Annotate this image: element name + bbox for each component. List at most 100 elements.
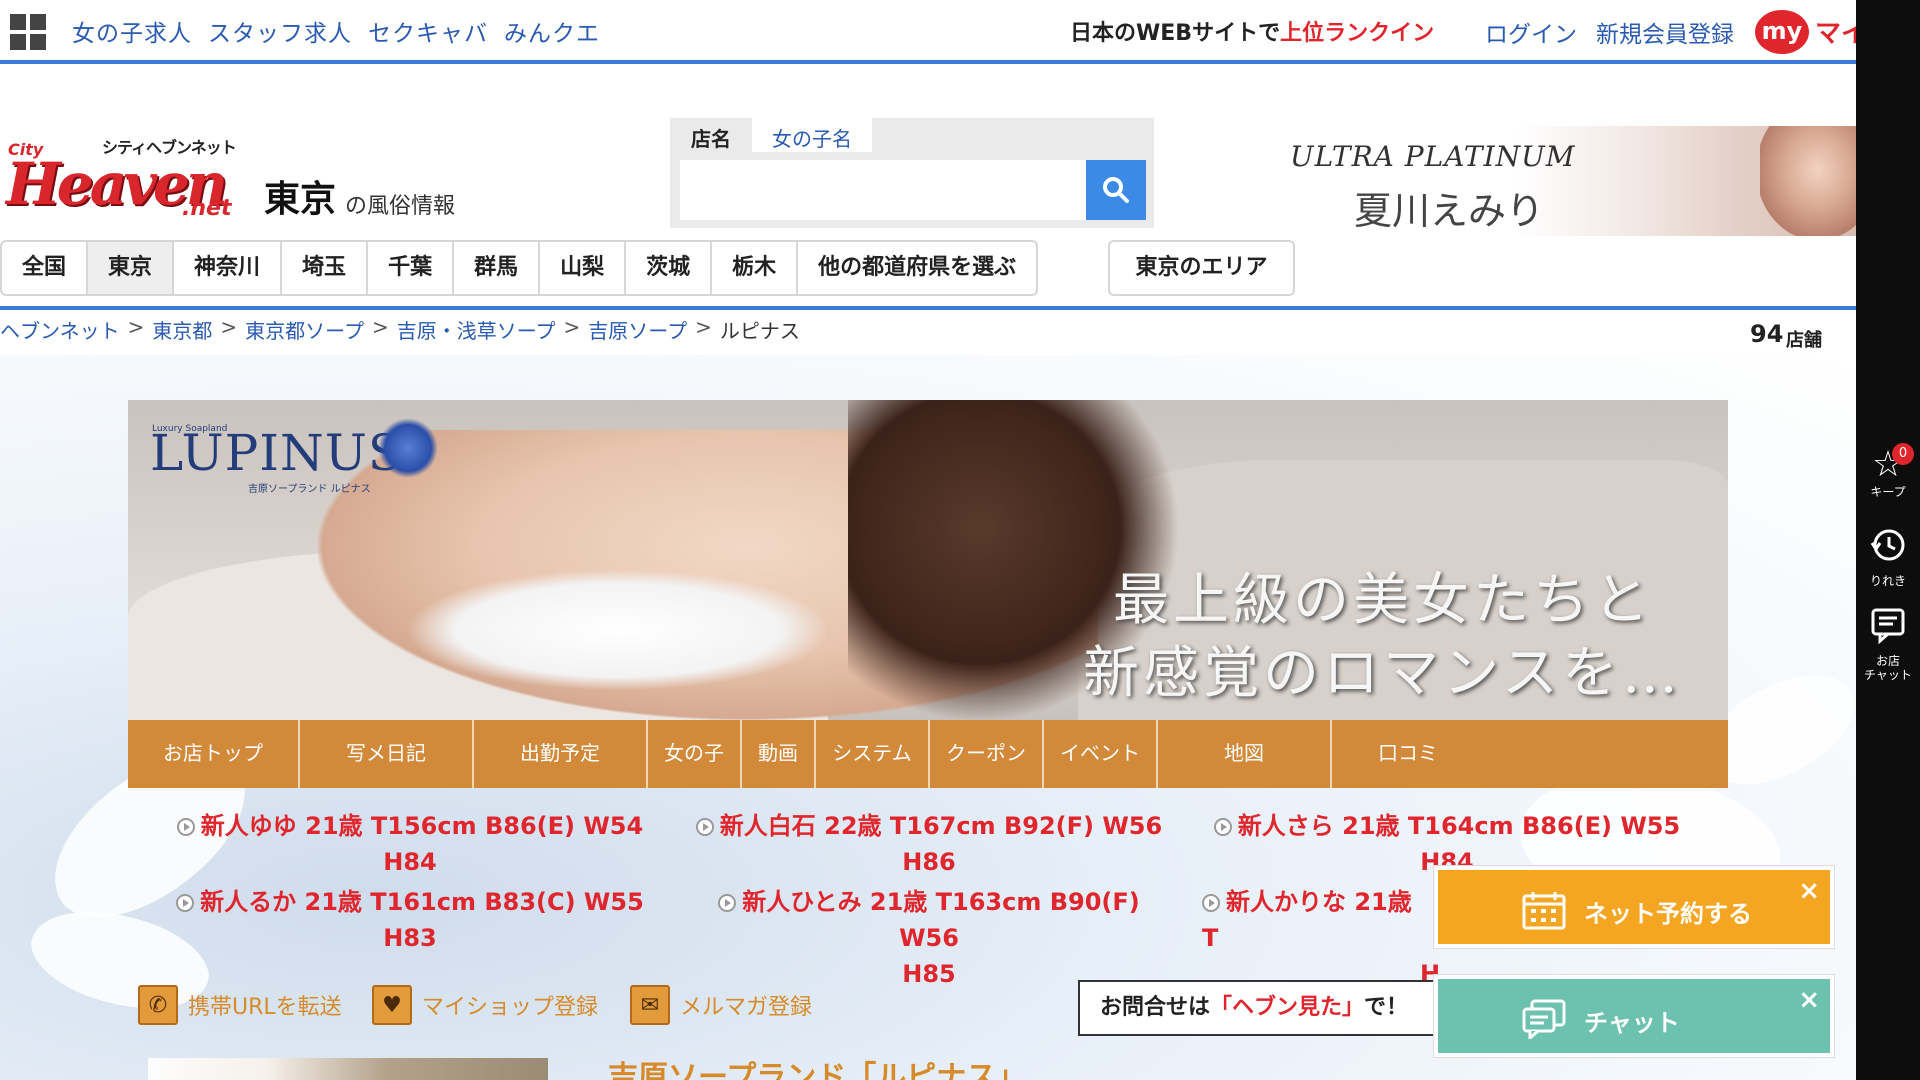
mobile-phone-icon: ✆ <box>138 985 178 1025</box>
new-girl-line2: H86 <box>902 848 956 876</box>
new-girl-line2: H85 <box>902 960 956 988</box>
breadcrumb-link[interactable]: 東京都 <box>152 315 212 344</box>
shop-tab-coupon[interactable]: クーポン <box>930 720 1044 788</box>
play-bullet-icon <box>176 894 195 912</box>
shop-tab-girls[interactable]: 女の子 <box>648 720 742 788</box>
shop-tab-event[interactable]: イベント <box>1044 720 1158 788</box>
pref-tab-saitama[interactable]: 埼玉 <box>282 242 369 294</box>
breadcrumb-separator: > <box>563 315 581 339</box>
ad-name: 夏川えみり <box>1354 189 1545 233</box>
history-icon <box>1856 525 1920 574</box>
ad-banner[interactable]: ULTRA PLATINUM 夏川えみり <box>1290 126 1856 236</box>
search-input[interactable] <box>680 160 1088 220</box>
top-link-staff-jobs[interactable]: スタッフ求人 <box>208 14 352 48</box>
shop-tab-diary[interactable]: 写メ日記 <box>300 720 474 788</box>
apps-grid-icon[interactable] <box>10 14 46 50</box>
breadcrumb-link[interactable]: 東京都ソープ <box>245 315 364 344</box>
ad-title: ULTRA PLATINUM <box>1290 140 1576 173</box>
new-girl-item[interactable]: 新人るか 21歳 T161cm B83(C) W55 H83 <box>175 884 645 956</box>
pref-tab-tochigi[interactable]: 栃木 <box>712 242 799 294</box>
hero-copy-line2: 新感覚のロマンスを… <box>1083 641 1682 706</box>
pref-tab-kanagawa[interactable]: 神奈川 <box>174 242 283 294</box>
net-reserve-button[interactable]: ネット予約する × <box>1434 866 1834 948</box>
top-bar: 女の子求人 スタッフ求人 セクキャバ みんクエ 日本のWEBサイトで上位ランクイ… <box>0 0 1856 64</box>
rail-shop-chat[interactable]: お店 チャット <box>1856 605 1920 682</box>
shop-logo[interactable]: LUPINUS <box>150 424 403 482</box>
new-girl-line2: H84 <box>383 848 437 876</box>
rail-chat-label: お店 チャット <box>1864 654 1912 682</box>
new-girl-item[interactable]: 新人ゆゆ 21歳 T156cm B86(E) W54 H84 <box>175 808 645 880</box>
mail-magazine-label: メルマガ登録 <box>680 995 813 1020</box>
pref-tab-yamanashi[interactable]: 山梨 <box>540 242 627 294</box>
pref-tab-tokyo[interactable]: 東京 <box>88 242 175 294</box>
breadcrumb-separator: > <box>695 315 712 339</box>
chat-button[interactable]: チャット × <box>1434 975 1834 1057</box>
mobile-url-label: 携帯URLを転送 <box>188 995 342 1020</box>
region-subtitle: の風俗情報 <box>345 194 456 219</box>
close-icon[interactable]: × <box>1798 876 1820 906</box>
my-page-badge[interactable]: my <box>1755 10 1809 54</box>
pref-tab-all[interactable]: 全国 <box>2 242 89 294</box>
new-girl-item[interactable]: 新人ひとみ 21歳 T163cm B90(F) W56 H85 <box>694 884 1164 992</box>
search-tab-girl-name[interactable]: 女の子名 <box>752 118 872 152</box>
top-links: 女の子求人 スタッフ求人 セクキャバ みんクエ <box>72 14 600 48</box>
shop-menu: お店トップ 写メ日記 出勤予定 女の子 動画 システム クーポン イベント 地図… <box>128 720 1728 788</box>
top-link-minkue[interactable]: みんクエ <box>504 14 600 48</box>
pref-tab-ibaraki[interactable]: 茨城 <box>626 242 713 294</box>
inquiry-highlight: 「ヘブン見た」 <box>1210 995 1365 1020</box>
my-shop-label: マイショップ登録 <box>422 995 599 1020</box>
right-sidebar: ☆ 0 キープ りれき お店 チャット <box>1856 0 1920 1080</box>
mail-magazine-link[interactable]: ✉ メルマガ登録 <box>630 985 812 1025</box>
cityheaven-logo[interactable]: シティヘブンネット City Heaven .net <box>2 126 254 226</box>
rail-keep[interactable]: ☆ 0 キープ <box>1856 443 1920 499</box>
search-tab-shop-name[interactable]: 店名 <box>670 118 752 152</box>
new-girl-line1: 新人白石 22歳 T167cm B92(F) W56 <box>719 812 1163 840</box>
rail-history[interactable]: りれき <box>1856 525 1920 588</box>
play-bullet-icon <box>1202 894 1220 912</box>
login-link[interactable]: ログイン <box>1485 15 1577 49</box>
pref-tab-other[interactable]: 他の都道府県を選ぶ <box>798 242 1036 294</box>
breadcrumb-separator: > <box>220 315 238 339</box>
mobile-url-link[interactable]: ✆ 携帯URLを転送 <box>138 985 342 1025</box>
shop-tab-schedule[interactable]: 出勤予定 <box>474 720 648 788</box>
nav-divider <box>0 306 1856 310</box>
play-bullet-icon <box>718 894 737 912</box>
shop-count-unit: 店舗 <box>1786 330 1822 351</box>
breadcrumb-link[interactable]: ヘブンネット <box>0 315 120 344</box>
shop-tab-reviews[interactable]: 口コミ <box>1332 720 1728 788</box>
tokyo-area-button[interactable]: 東京のエリア <box>1108 240 1295 296</box>
close-icon[interactable]: × <box>1798 985 1820 1015</box>
play-bullet-icon <box>176 818 195 836</box>
breadcrumb-link[interactable]: 吉原ソープ <box>588 315 687 344</box>
shop-logo-tagline: 吉原ソープランド ルピナス <box>248 484 371 495</box>
top-link-sekukyaba[interactable]: セクキャバ <box>368 14 488 48</box>
keep-count-badge: 0 <box>1892 443 1914 465</box>
shop-count: 94 <box>1750 320 1784 348</box>
register-link[interactable]: 新規会員登録 <box>1596 15 1734 49</box>
new-girl-item[interactable]: 新人白石 22歳 T167cm B92(F) W56 H86 <box>694 808 1164 880</box>
my-page-link[interactable]: マイ <box>1815 13 1856 50</box>
shop-tab-top[interactable]: お店トップ <box>128 720 300 788</box>
search-button[interactable] <box>1086 160 1146 220</box>
inquiry-suffix: で！ <box>1364 995 1409 1020</box>
new-girl-line1: 新人かりな 21歳 T <box>1202 888 1412 952</box>
breadcrumb-separator: > <box>127 315 145 339</box>
lupinus-flower-icon <box>378 418 438 478</box>
top-link-girl-jobs[interactable]: 女の子求人 <box>72 14 192 48</box>
shop-tab-system[interactable]: システム <box>816 720 930 788</box>
shop-intro-heading: 吉原ソープランド「ルピナス」 <box>608 1060 1027 1080</box>
play-bullet-icon <box>1213 818 1232 836</box>
rail-keep-label: キープ <box>1870 485 1906 499</box>
chat-bubble-icon <box>1522 999 1566 1039</box>
shop-tab-map[interactable]: 地図 <box>1158 720 1332 788</box>
new-girl-line2: H83 <box>383 924 437 952</box>
pref-tab-chiba[interactable]: 千葉 <box>368 242 455 294</box>
my-shop-link[interactable]: ♥ マイショップ登録 <box>372 985 598 1025</box>
breadcrumb-current: ルピナス <box>719 319 800 343</box>
shop-tab-video[interactable]: 動画 <box>742 720 816 788</box>
pref-tab-gunma[interactable]: 群馬 <box>454 242 541 294</box>
ranking-highlight: 上位ランクイン <box>1280 21 1435 46</box>
breadcrumb-link[interactable]: 吉原・浅草ソープ <box>397 315 556 344</box>
new-girl-item[interactable]: 新人かりな 21歳 TH <box>1202 884 1440 992</box>
hero-copy-line1: 最上級の美女たちと <box>1113 568 1653 633</box>
